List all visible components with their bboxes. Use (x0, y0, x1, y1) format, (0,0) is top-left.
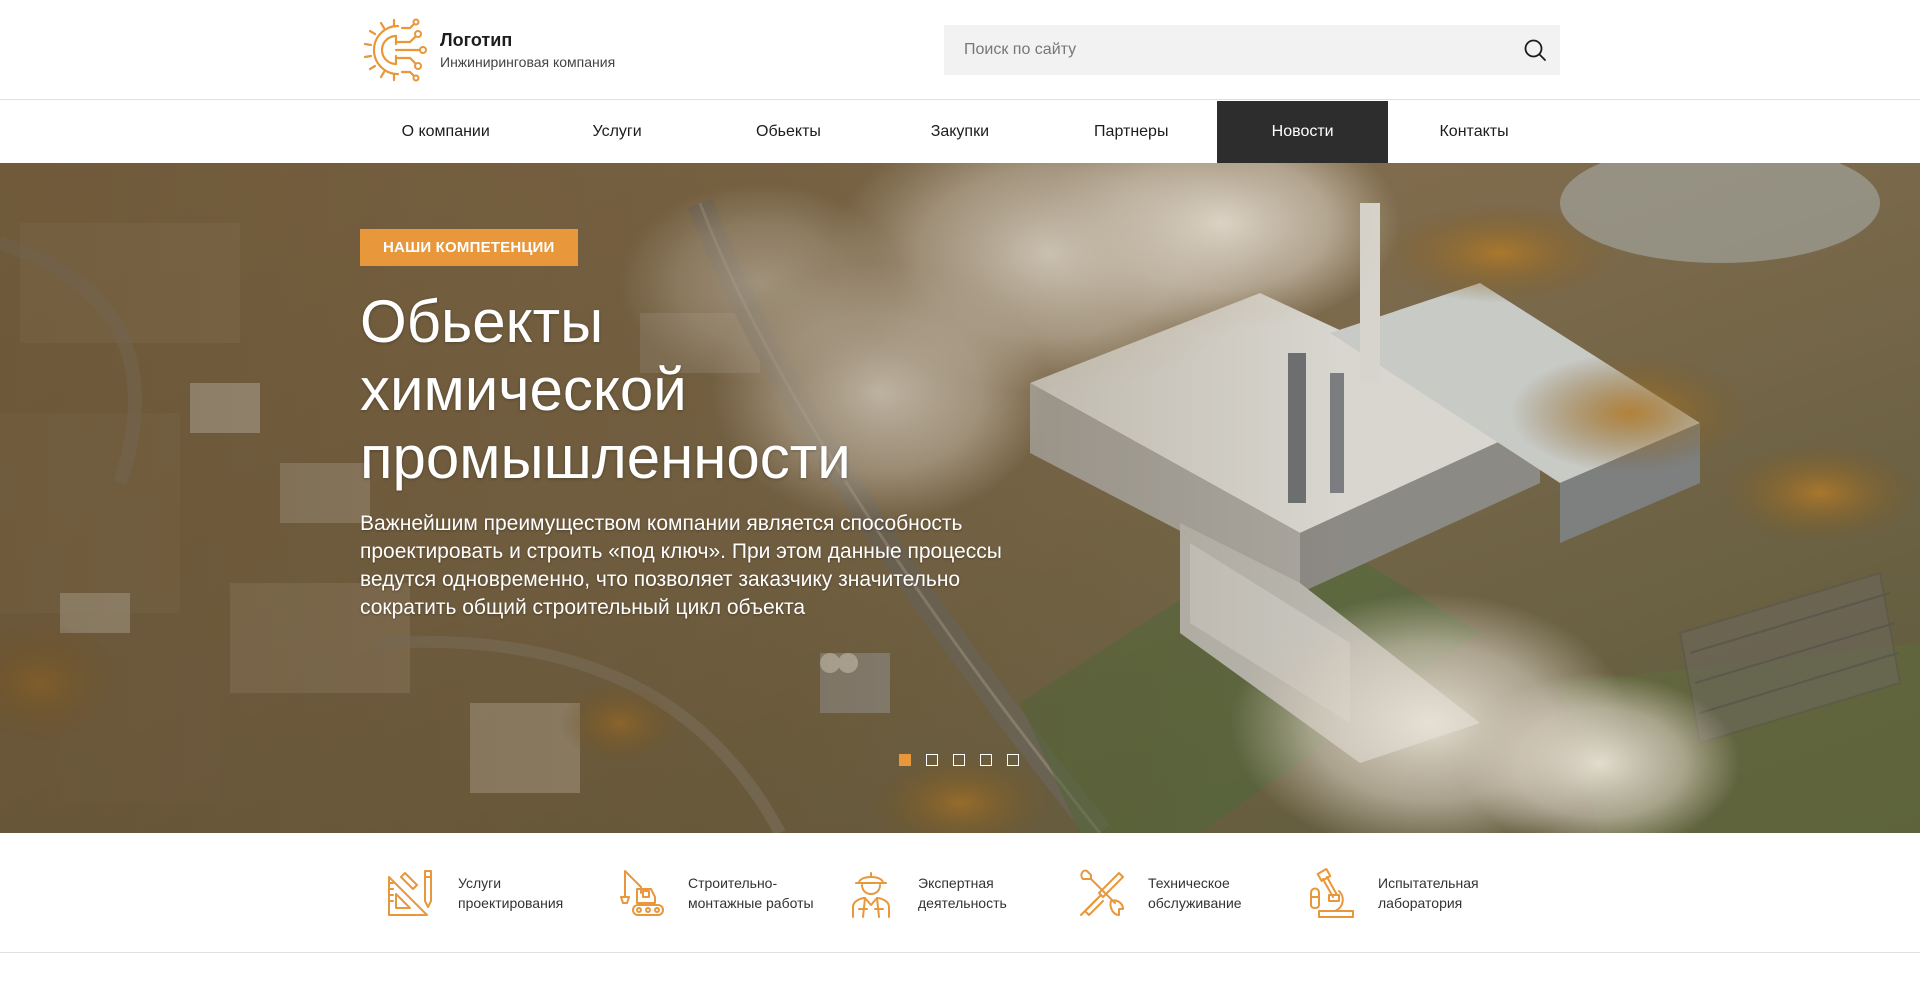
hero-title-line: промышленности (360, 424, 851, 491)
nav-item-about[interactable]: О компании (360, 101, 531, 163)
slider-dot-5[interactable] (1007, 754, 1019, 766)
service-maintenance[interactable]: Техническое обслуживание (1075, 863, 1305, 923)
service-construction[interactable]: Строительно- монтажные работы (615, 863, 845, 923)
search-bar (944, 25, 1560, 75)
slider-dot-4[interactable] (980, 754, 992, 766)
hero-description: Важнейшим преимуществом компании являетс… (360, 512, 1002, 619)
nav-item-procurement[interactable]: Закупки (874, 101, 1045, 163)
microscope-icon (1310, 868, 1354, 918)
hero-content: НАШИ КОМПЕТЕНЦИИ Обьекты химической пром… (360, 229, 1060, 622)
hero-title: Обьекты химической промышленности (360, 288, 1060, 492)
slider-dot-1[interactable] (899, 754, 911, 766)
logo-gear-circuit-icon (363, 18, 427, 82)
service-label: Строительно- монтажные работы (688, 875, 814, 911)
nav-item-services[interactable]: Услуги (531, 101, 702, 163)
slider-dot-2[interactable] (926, 754, 938, 766)
service-label: Услуги проектирования (458, 875, 564, 911)
service-label: Экспертная деятельность (918, 875, 1007, 911)
worker-icon (852, 872, 890, 918)
nav-item-partners[interactable]: Партнеры (1046, 101, 1217, 163)
logo[interactable]: Логотип Инжиниринговая компания (358, 14, 658, 86)
hero-title-line: Обьекты (360, 288, 604, 355)
service-label: Техническое обслуживание (1148, 875, 1242, 911)
drafting-icon (388, 870, 432, 916)
nav-item-news[interactable]: Новости (1216, 101, 1389, 163)
hero-title-line: химической (360, 356, 687, 423)
competence-badge[interactable]: НАШИ КОМПЕТЕНЦИИ (360, 229, 578, 266)
slider-dot-3[interactable] (953, 754, 965, 766)
nav-item-objects[interactable]: Обьекты (703, 101, 874, 163)
logo-subtitle: Инжиниринговая компания (440, 54, 616, 70)
service-label: Испытательная лаборатория (1378, 875, 1479, 911)
site-header: Логотип Инжиниринговая компания (0, 0, 1920, 100)
service-expertise[interactable]: Экспертная деятельность (845, 863, 1075, 923)
service-laboratory[interactable]: Испытательная лаборатория (1305, 863, 1535, 923)
services-strip: Услуги проектирования Строительно- монта… (0, 833, 1920, 953)
logo-title: Логотип (440, 30, 513, 50)
search-icon (1524, 39, 1546, 61)
wrench-screwdriver-icon (1080, 869, 1124, 916)
nav-item-contacts[interactable]: Контакты (1388, 101, 1559, 163)
hero-slider: НАШИ КОМПЕТЕНЦИИ Обьекты химической пром… (0, 163, 1920, 833)
search-button[interactable] (1510, 25, 1560, 75)
search-input[interactable] (944, 25, 1510, 75)
service-design[interactable]: Услуги проектирования (385, 863, 615, 923)
excavator-icon (620, 870, 664, 916)
slider-pagination (899, 754, 1019, 766)
main-nav: О компании Услуги Обьекты Закупки Партне… (0, 101, 1920, 163)
